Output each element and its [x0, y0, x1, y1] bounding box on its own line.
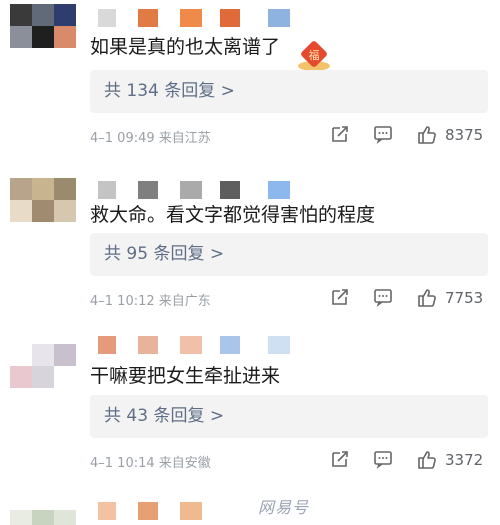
share-icon[interactable] [330, 449, 350, 469]
watermark: 网易号 [258, 498, 310, 517]
comment-time: 4–1 10:14 [90, 456, 155, 471]
comment-icon[interactable] [373, 287, 393, 307]
name-mosaic-block [180, 336, 202, 354]
name-mosaic-block [98, 336, 116, 354]
comment-time: 4–1 10:12 [90, 294, 155, 309]
comment-text: 救大命。看文字都觉得害怕的程度 [90, 204, 376, 226]
comment-meta: 4–1 10:12 来自广东 [90, 290, 211, 309]
name-mosaic-block [138, 181, 158, 199]
comment-meta: 4–1 10:14 来自安徽 [90, 452, 211, 471]
name-mosaic-block [138, 336, 158, 354]
avatar[interactable] [10, 178, 76, 222]
share-icon[interactable] [330, 287, 350, 307]
view-replies-button[interactable]: 共 95 条回复 > [90, 233, 488, 276]
avatar[interactable] [10, 510, 76, 525]
name-mosaic-block [98, 502, 116, 520]
like-icon[interactable] [416, 449, 438, 471]
comment-actions: 7753 [330, 287, 490, 309]
comment-location: 来自广东 [158, 294, 211, 309]
name-mosaic-block [268, 336, 290, 354]
name-mosaic-block [98, 181, 116, 199]
username-redacted[interactable] [98, 181, 358, 201]
like-count: 3372 [445, 451, 484, 469]
name-mosaic-block [220, 336, 240, 354]
avatar[interactable] [10, 344, 76, 388]
name-mosaic-block [220, 181, 240, 199]
name-mosaic-block [180, 181, 202, 199]
comment-location: 来自安徽 [158, 456, 211, 471]
comment-actions: 3372 [330, 449, 490, 471]
comment-icon[interactable] [373, 449, 393, 469]
like-icon[interactable] [416, 287, 438, 309]
name-mosaic-block [268, 181, 290, 199]
name-mosaic-block [180, 502, 202, 520]
view-replies-button[interactable]: 共 43 条回复 > [90, 395, 488, 438]
username-redacted[interactable] [98, 336, 290, 356]
comment-text: 干嘛要把女生牵扯进来 [90, 365, 281, 387]
comment-3: 干嘛要把女生牵扯进来 共 43 条回复 > 4–1 10:14 来自安徽 337… [0, 0, 500, 471]
name-mosaic-block [138, 502, 158, 520]
username-redacted[interactable] [98, 502, 258, 522]
like-count: 7753 [445, 289, 484, 307]
